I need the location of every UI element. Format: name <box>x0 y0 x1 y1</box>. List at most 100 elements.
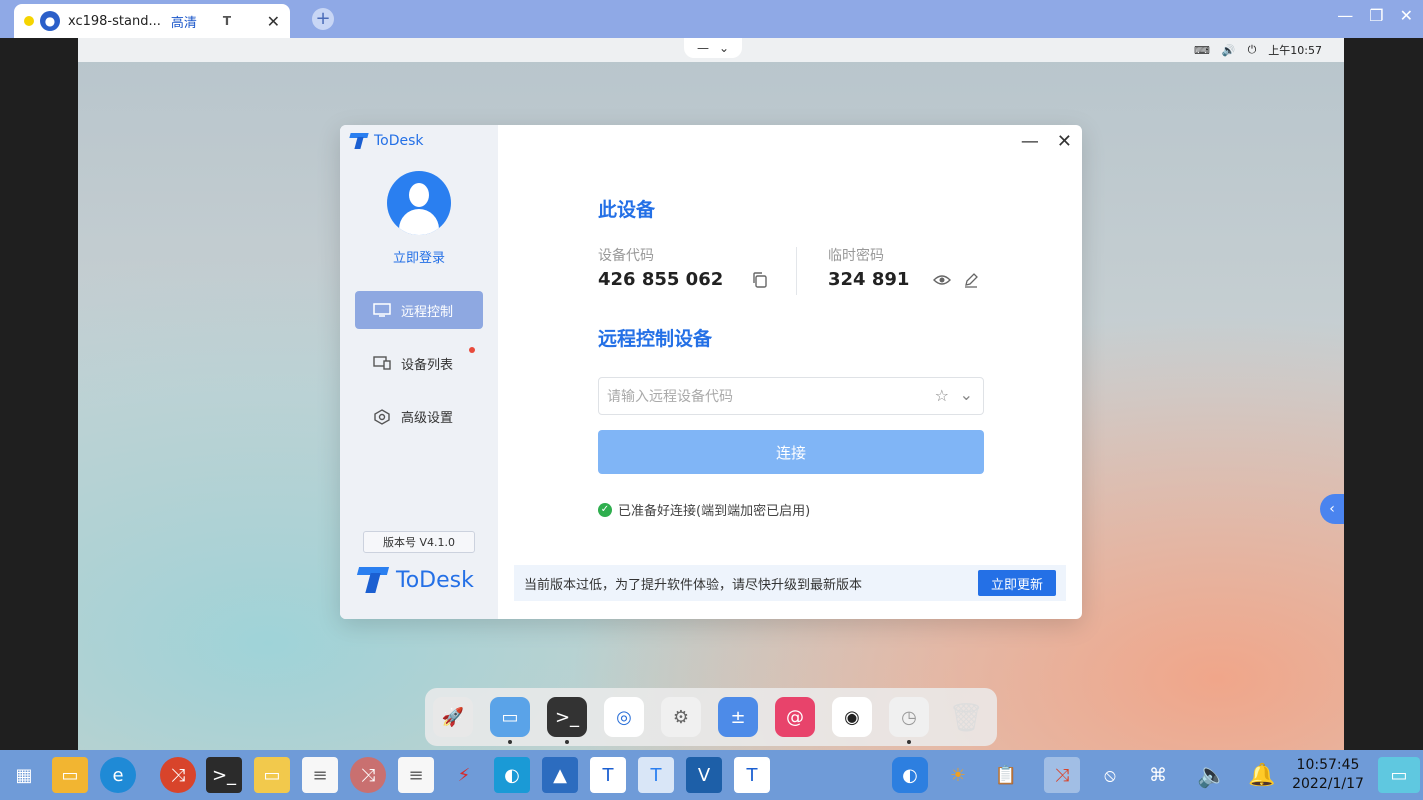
remote-device-code-input[interactable]: 请输入远程设备代码 ☆ ⌄ <box>598 377 984 415</box>
todesk-window: ToDesk 立即登录 远程控制 设备列表 高级设置 版本号 V4.1.0 To… <box>340 125 1082 619</box>
command-key-icon[interactable]: ⌘ <box>1140 757 1176 793</box>
file-explorer-icon[interactable]: ▭ <box>52 757 88 793</box>
connection-status: ✓ 已准备好连接(端到端加密已启用) <box>598 500 810 519</box>
divider <box>796 247 797 295</box>
remote-desktop-app-icon[interactable]: ⤨ <box>160 757 196 793</box>
sidebar: ToDesk 立即登录 远程控制 设备列表 高级设置 版本号 V4.1.0 To… <box>340 125 498 619</box>
window-controls: — ❐ ✕ <box>1337 6 1413 25</box>
app-window-controls: — ✕ <box>1021 131 1072 152</box>
notification-dot <box>469 347 475 353</box>
new-tab-button[interactable]: + <box>312 8 334 30</box>
ice-app-icon[interactable]: ◐ <box>494 757 530 793</box>
star-icon[interactable]: ☆ <box>935 386 949 405</box>
side-panel-handle[interactable]: ‹ <box>1320 494 1344 524</box>
sidebar-item-label: 设备列表 <box>401 357 454 373</box>
tab-title: xc198-stand... <box>68 13 161 29</box>
update-notice-text: 当前版本过低，为了提升软件体验，请尽快升级到最新版本 <box>524 577 863 593</box>
close-tab-icon[interactable]: ✕ <box>267 12 280 31</box>
launcher-icon[interactable]: 🚀 <box>433 697 473 737</box>
taskbar-date: 2022/1/17 <box>1292 776 1364 792</box>
taskbar-time: 10:57:45 <box>1296 757 1360 773</box>
sidebar-item-label: 远程控制 <box>401 304 454 320</box>
avatar[interactable] <box>387 171 451 235</box>
screenshot-icon[interactable]: ◉ <box>832 697 872 737</box>
clipboard-icon[interactable]: 📋 <box>988 757 1024 793</box>
browser-tab[interactable]: ● xc198-stand... 高清 T ✕ <box>14 4 290 38</box>
todesk-logo-icon <box>358 567 388 593</box>
temp-password-value: 324 891 <box>828 269 910 290</box>
device-code-label: 设备代码 <box>598 248 654 264</box>
terminal-icon[interactable]: >_ <box>206 757 242 793</box>
connect-button[interactable]: 连接 <box>598 430 984 474</box>
volume-icon[interactable]: 🔊 <box>1222 44 1236 57</box>
update-now-button[interactable]: 立即更新 <box>978 570 1056 596</box>
sidebar-item-label: 高级设置 <box>401 410 454 426</box>
todesk-logo-icon[interactable]: T <box>638 757 674 793</box>
chevron-down-icon[interactable]: ⌄ <box>960 385 973 404</box>
app-brand: ToDesk <box>350 133 424 149</box>
sidebar-item-device-list[interactable]: 设备列表 <box>355 344 483 382</box>
remote-control-pulldown[interactable]: — ⌄ <box>684 38 742 58</box>
login-link[interactable]: 立即登录 <box>340 247 498 266</box>
edit-icon[interactable] <box>963 272 981 290</box>
todesk-logo-icon[interactable]: T <box>734 757 770 793</box>
vnc-icon[interactable]: V <box>686 757 722 793</box>
this-device-title: 此设备 <box>598 199 656 221</box>
minimize-icon[interactable]: — <box>1337 6 1353 25</box>
taskbar-clock[interactable]: 10:57:45 2022/1/17 <box>1286 756 1370 794</box>
photos-icon[interactable]: ▲ <box>542 757 578 793</box>
system-monitor-icon[interactable]: ◷ <box>889 697 929 744</box>
keyboard-icon[interactable]: ⌨ <box>1194 44 1210 57</box>
remote-clock: 上午10:57 <box>1268 44 1322 57</box>
sidebar-item-remote-control[interactable]: 远程控制 <box>355 291 483 329</box>
weather-icon[interactable]: ☀ <box>940 757 976 793</box>
temp-password-label: 临时密码 <box>828 248 884 264</box>
status-dot-icon <box>24 16 34 26</box>
minimize-icon[interactable]: — <box>1021 131 1039 152</box>
check-shield-icon: ✓ <box>598 502 612 517</box>
remote-dock: 🚀 ▭ >_ ◎ ⚙ ± @ ◉ ◷ 🗑 <box>425 688 997 746</box>
terminal-icon[interactable]: >_ <box>547 697 587 744</box>
remote-control-title: 远程控制设备 <box>598 328 713 350</box>
eye-icon[interactable] <box>933 272 951 290</box>
remote-app-icon[interactable]: ⤨ <box>350 757 386 793</box>
document-icon[interactable]: ≡ <box>302 757 338 793</box>
show-desktop-icon[interactable]: ▭ <box>1378 757 1420 793</box>
calculator-icon[interactable]: ± <box>718 697 758 737</box>
bell-icon[interactable]: 🔔 <box>1244 757 1280 793</box>
tab-quality[interactable]: 高清 <box>171 12 197 31</box>
ice-tray-icon[interactable]: ◐ <box>892 757 928 793</box>
browser-icon[interactable]: ◎ <box>604 697 644 737</box>
minus-icon[interactable]: — <box>697 41 709 55</box>
tab-extra[interactable]: T <box>223 14 231 28</box>
notepad-icon[interactable]: ≡ <box>398 757 434 793</box>
close-window-icon[interactable]: ✕ <box>1400 6 1413 25</box>
browser-tab-bar: ● xc198-stand... 高清 T ✕ + — ❐ ✕ <box>0 0 1423 38</box>
device-code-value: 426 855 062 <box>598 269 724 290</box>
chevron-down-icon[interactable]: ⌄ <box>719 41 729 55</box>
settings-icon[interactable]: ⚙ <box>661 697 701 737</box>
todesk-logo-icon <box>350 133 368 149</box>
close-icon[interactable]: ✕ <box>1057 131 1072 152</box>
debian-icon[interactable]: @ <box>775 697 815 737</box>
files-icon[interactable]: ▭ <box>490 697 530 744</box>
restore-icon[interactable]: ❐ <box>1369 6 1383 25</box>
monitor-icon <box>373 303 391 317</box>
main-panel: — ✕ 此设备 设备代码 426 855 062 临时密码 324 891 远程… <box>498 125 1082 619</box>
remote-desktop[interactable]: ⌨ 🔊 ⏻ 上午10:57 — ⌄ ‹ ToDesk 立即登录 远程控制 设备列… <box>78 38 1344 750</box>
edge-browser-icon[interactable]: e <box>100 757 136 793</box>
user-icon: ● <box>40 11 60 31</box>
trash-icon[interactable]: 🗑 <box>946 697 986 737</box>
remote-link-icon[interactable]: ⦸ <box>1092 757 1128 793</box>
antivirus-icon[interactable]: ⚡ <box>446 757 482 793</box>
copy-icon[interactable] <box>751 271 769 289</box>
power-icon[interactable]: ⏻ <box>1248 43 1257 57</box>
sidebar-item-advanced-settings[interactable]: 高级设置 <box>355 397 483 435</box>
connection-status-text: 已准备好连接(端到端加密已启用) <box>618 504 811 519</box>
devices-icon <box>373 356 391 370</box>
remote-desktop-tray-icon[interactable]: ⤨ <box>1044 757 1080 793</box>
volume-icon[interactable]: 🔈 <box>1194 757 1230 793</box>
todesk-logo-icon[interactable]: T <box>590 757 626 793</box>
folder-icon[interactable]: ▭ <box>254 757 290 793</box>
start-menu-icon[interactable]: ▦ <box>6 757 42 793</box>
